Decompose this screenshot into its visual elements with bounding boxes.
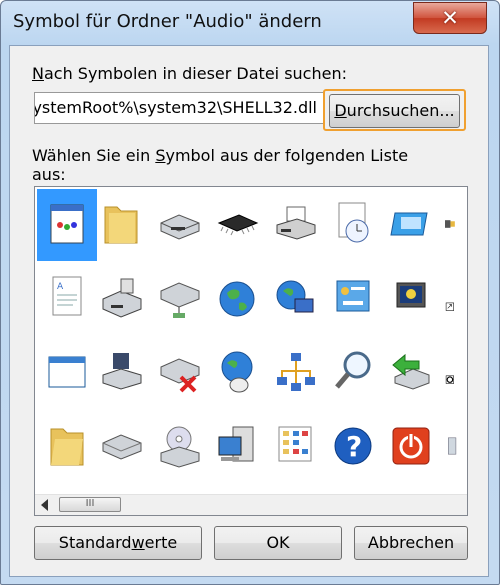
icon-list[interactable]: A ? III [34, 186, 468, 516]
partial-icon [445, 220, 455, 228]
icon-cell-4-6[interactable]: ? [323, 411, 383, 483]
floppy-drive-icon [160, 214, 200, 240]
folder-open-icon [50, 428, 84, 466]
screensaver-icon [396, 282, 426, 308]
icon-cell-4-1[interactable] [37, 411, 97, 483]
icon-cell-1-3[interactable] [149, 189, 209, 261]
icon-cell-4-7[interactable] [381, 411, 441, 483]
display-icon [390, 212, 428, 236]
control-panel-icon [336, 280, 370, 312]
dialog-window: Symbol für Ordner "Audio" ändern ✕ Nach … [0, 0, 500, 585]
icon-cell-1-5[interactable] [265, 189, 325, 261]
mouse-globe-icon [221, 351, 253, 393]
printer-icon [276, 206, 316, 240]
clock-overlay-icon [445, 375, 454, 384]
svg-text:A: A [57, 282, 64, 292]
icon-cell-2-5[interactable] [265, 263, 325, 335]
hard-drive-icon [102, 434, 142, 460]
icon-cell-4-3[interactable] [149, 411, 209, 483]
computer-icon [218, 426, 254, 462]
icon-cell-2-1[interactable]: A [37, 263, 97, 335]
icon-cell-3-8[interactable] [439, 337, 467, 409]
scroll-thumb[interactable]: III [59, 497, 121, 512]
browse-button[interactable]: Durchsuchen... [329, 94, 460, 128]
search-icon [335, 351, 371, 389]
svg-text:?: ? [346, 430, 362, 463]
icon-cell-2-3[interactable] [149, 263, 209, 335]
icon-cell-2-6[interactable] [323, 263, 383, 335]
icon-cell-1-4[interactable] [207, 189, 267, 261]
icon-cell-2-7[interactable] [381, 263, 441, 335]
network-icon [277, 353, 315, 391]
ok-button[interactable]: OK [214, 526, 342, 560]
icon-cell-4-4[interactable] [207, 411, 267, 483]
path-input[interactable]: %SystemRoot%\system32\SHELL32.dll [34, 92, 324, 124]
horizontal-scrollbar[interactable]: III [35, 494, 467, 515]
dialog-client: Nach Symbolen in dieser Datei suchen: %S… [9, 45, 489, 577]
clock-document-icon [338, 202, 369, 243]
icon-cell-2-2[interactable] [91, 263, 151, 335]
power-icon [392, 427, 430, 465]
window-title: Symbol für Ordner "Audio" ändern [13, 11, 322, 32]
close-button[interactable]: ✕ [413, 2, 487, 34]
folder-icon [104, 206, 138, 244]
network-drive-icon [160, 282, 200, 318]
icon-cell-1-7[interactable] [381, 189, 441, 261]
server-drive-icon [102, 278, 142, 318]
icon-cell-4-5[interactable] [265, 411, 325, 483]
default-values-button[interactable]: Standardwerte [34, 526, 202, 560]
icon-cell-4-8[interactable] [439, 411, 467, 483]
cd-drive-icon [160, 426, 200, 468]
title-bar[interactable]: Symbol für Ordner "Audio" ändern ✕ [1, 1, 499, 45]
scroll-left-icon[interactable] [41, 499, 48, 511]
globe-icon [219, 281, 255, 317]
icon-cell-4-2[interactable] [91, 411, 151, 483]
generic-document-icon [50, 204, 84, 244]
floppy-setup-icon [102, 353, 142, 390]
list-icon [278, 426, 312, 462]
icon-cell-1-1[interactable] [37, 189, 97, 261]
network-globe-icon [276, 280, 314, 313]
icon-cell-3-3[interactable] [149, 337, 209, 409]
help-icon: ? [334, 427, 372, 465]
disconnected-drive-icon [160, 358, 200, 393]
icon-cell-1-2[interactable] [91, 189, 151, 261]
partial-icon [448, 437, 457, 455]
icon-cell-1-6[interactable] [323, 189, 383, 261]
icon-cell-2-4[interactable] [207, 263, 267, 335]
icon-cell-3-5[interactable] [265, 337, 325, 409]
cancel-button[interactable]: Abbrechen [354, 526, 468, 560]
icon-cell-3-2[interactable] [91, 337, 151, 409]
shortcut-overlay-icon [445, 302, 454, 311]
icon-list-label: Wählen Sie ein Symbol aus der folgenden … [32, 146, 409, 184]
icon-cell-3-1[interactable] [37, 337, 97, 409]
close-icon: ✕ [441, 6, 459, 30]
icon-cell-3-7[interactable] [381, 337, 441, 409]
window-icon [48, 356, 86, 388]
icon-cell-1-8[interactable] [439, 189, 467, 261]
icon-cell-3-6[interactable] [323, 337, 383, 409]
text-document-icon: A [52, 276, 82, 316]
icon-cell-3-4[interactable] [207, 337, 267, 409]
search-label: Nach Symbolen in dieser Datei suchen: [32, 64, 347, 83]
icon-cell-2-8[interactable] [439, 263, 467, 335]
run-arrow-icon [392, 353, 430, 390]
chip-icon [217, 214, 259, 236]
